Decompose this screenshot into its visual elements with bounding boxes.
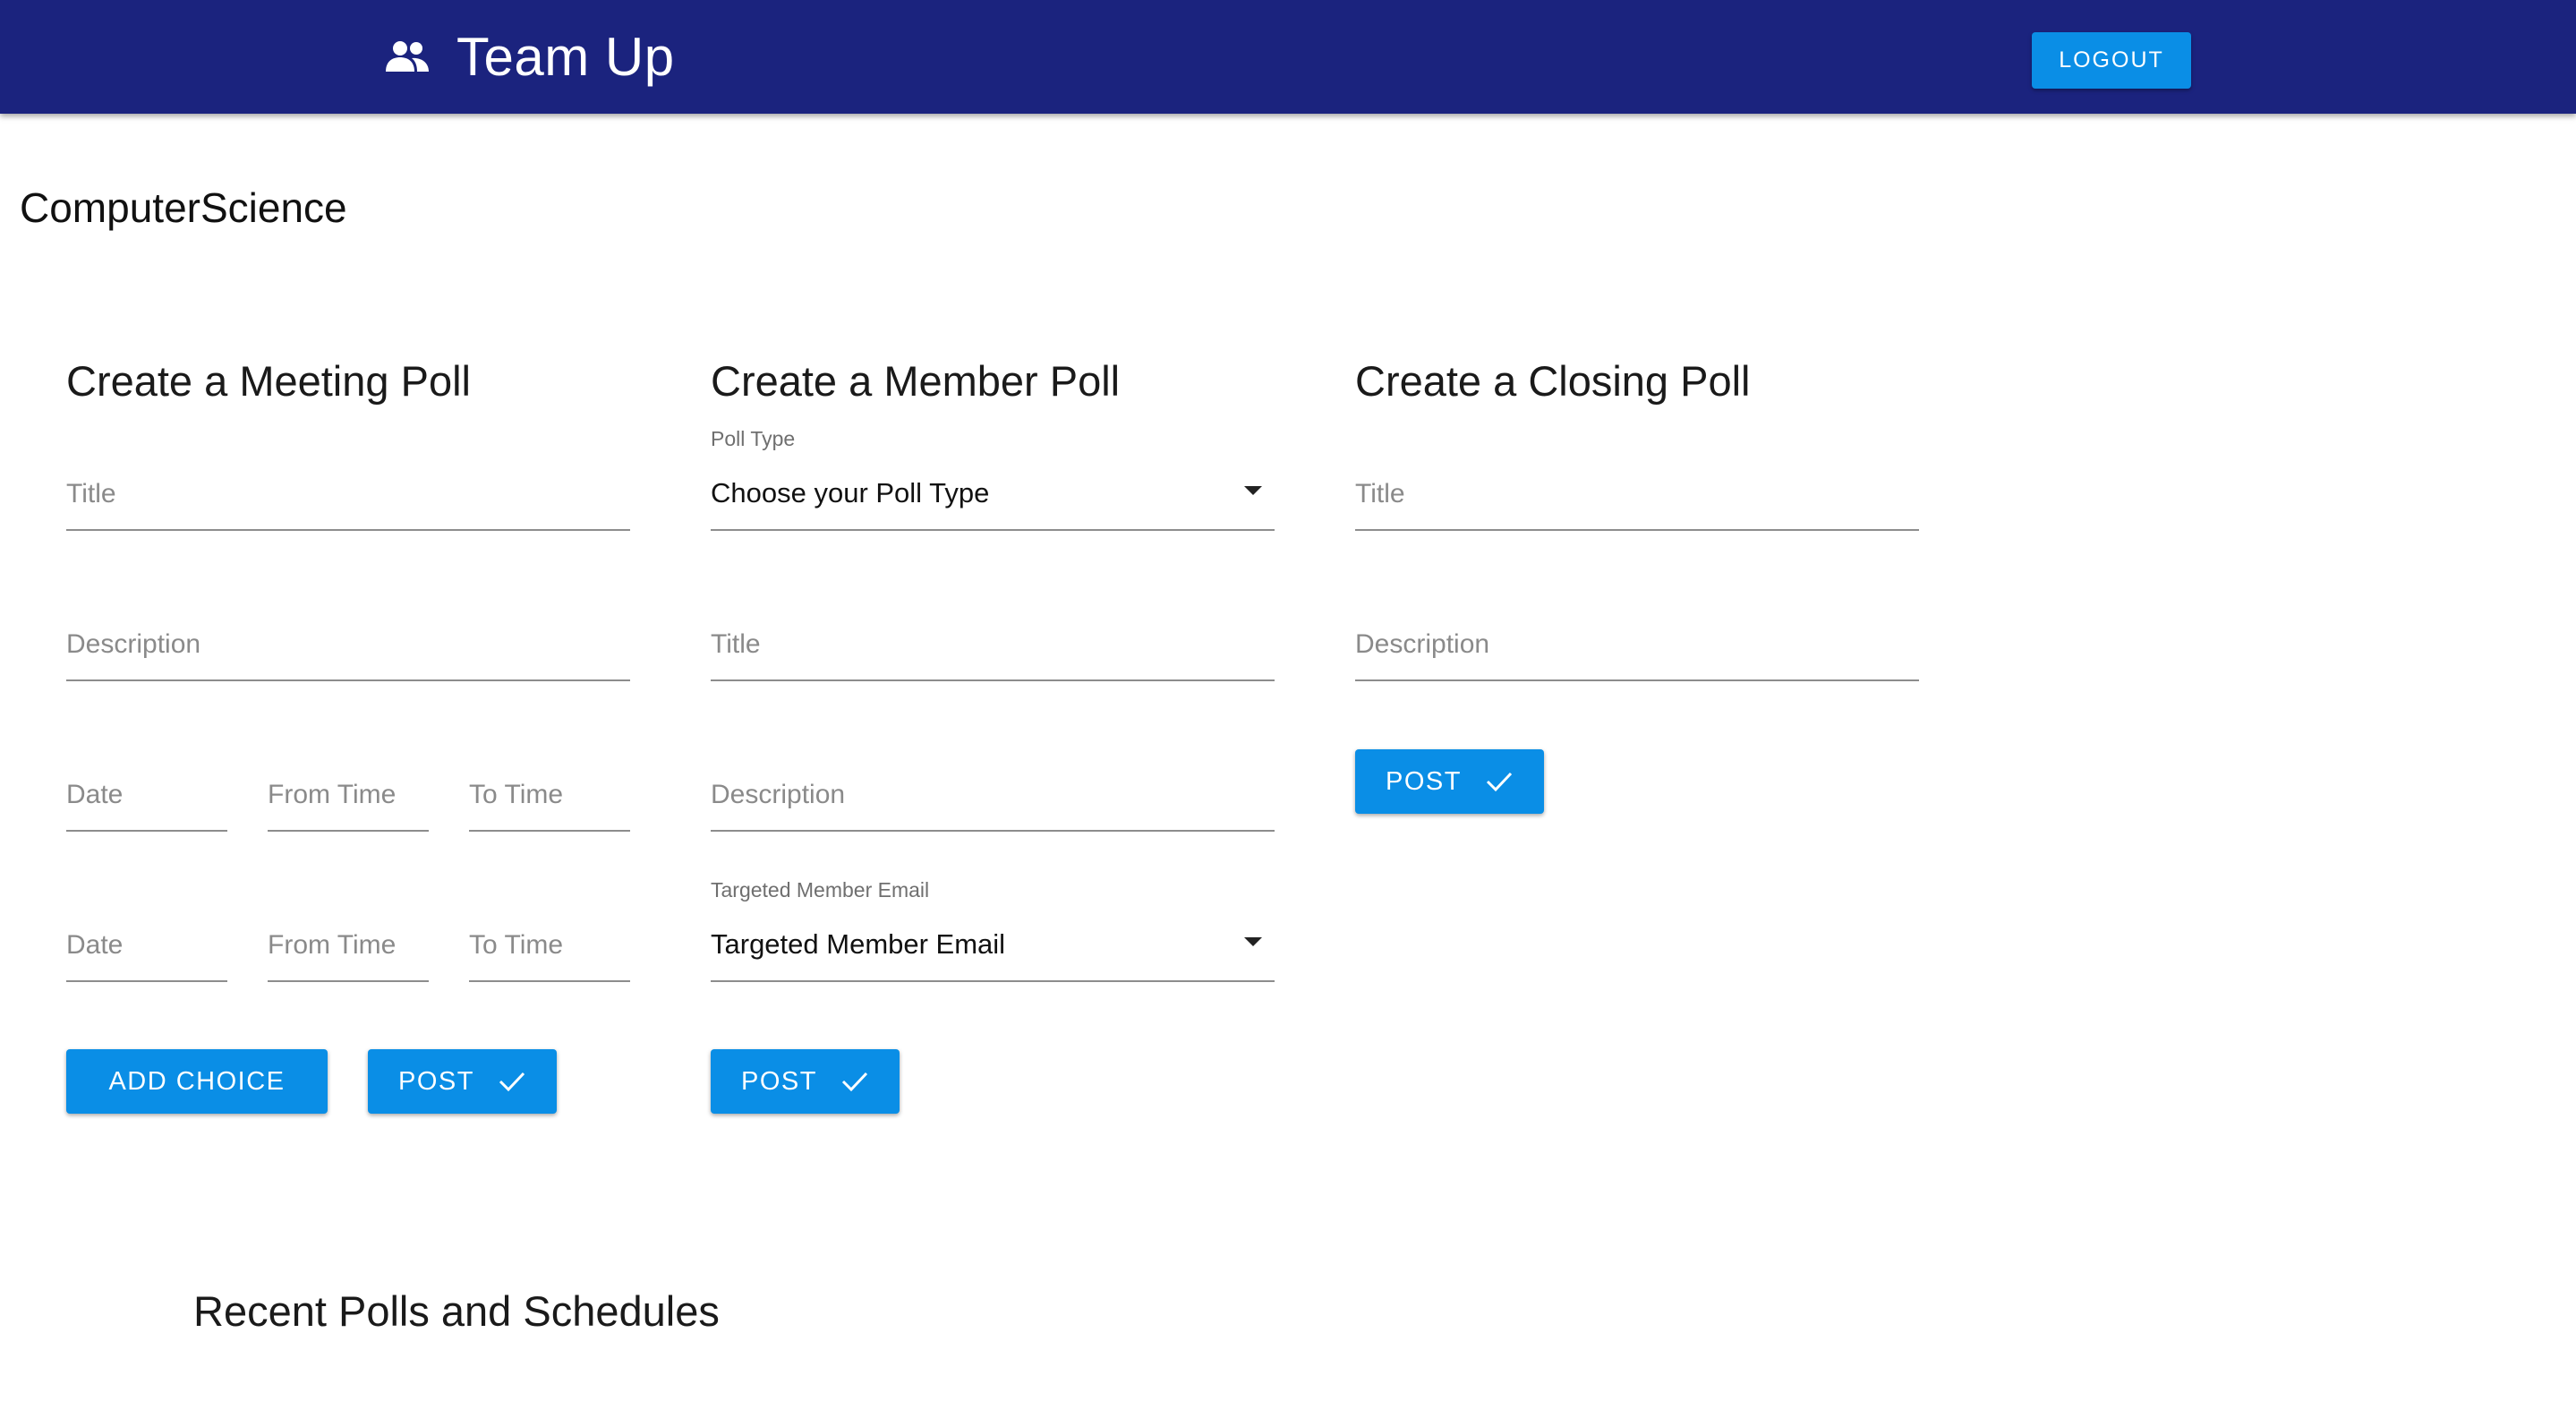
check-icon [1486, 772, 1513, 792]
closing-description-input[interactable] [1355, 624, 1923, 679]
poll-type-select[interactable]: Choose your Poll Type [711, 474, 1275, 531]
meeting-description-field[interactable]: Description [66, 624, 634, 681]
choice-2-date-input[interactable] [66, 925, 231, 980]
choice-1-from-time-field[interactable]: From Time [268, 774, 432, 832]
meeting-description-input[interactable] [66, 624, 634, 679]
targeted-member-value: Targeted Member Email [711, 928, 1006, 960]
poll-type-value: Choose your Poll Type [711, 477, 990, 508]
closing-title-field[interactable]: Title [1355, 474, 1923, 531]
poll-type-label: Poll Type [711, 427, 796, 450]
meeting-post-button[interactable]: POST [368, 1049, 557, 1114]
dropdown-arrow-icon [1244, 486, 1262, 495]
check-icon [841, 1072, 868, 1092]
closing-poll-heading: Create a Closing Poll [1355, 357, 1751, 405]
app-bar: Team Up LOGOUT [0, 0, 2576, 114]
choice-1-date-field[interactable]: Date [66, 774, 231, 832]
app-title: Team Up [456, 27, 675, 87]
targeted-member-select[interactable]: Targeted Member Email [711, 925, 1275, 982]
choice-2-to-time-field[interactable]: To Time [469, 925, 634, 982]
member-title-field[interactable]: Title [711, 624, 1278, 681]
closing-description-field[interactable]: Description [1355, 624, 1923, 681]
member-title-input[interactable] [711, 624, 1278, 679]
add-choice-button[interactable]: ADD CHOICE [66, 1049, 328, 1114]
meeting-poll-heading: Create a Meeting Poll [66, 357, 471, 405]
choice-1-from-time-input[interactable] [268, 774, 432, 830]
meeting-title-input[interactable] [66, 474, 634, 529]
choice-1-to-time-input[interactable] [469, 774, 634, 830]
choice-2-from-time-input[interactable] [268, 925, 432, 980]
choice-2-date-field[interactable]: Date [66, 925, 231, 982]
group-icon [386, 41, 429, 72]
check-icon [499, 1072, 525, 1092]
member-post-label: POST [741, 1066, 817, 1096]
choice-2-to-time-input[interactable] [469, 925, 634, 980]
group-name: ComputerScience [20, 184, 347, 231]
recent-polls-heading: Recent Polls and Schedules [193, 1287, 720, 1335]
choice-1-to-time-field[interactable]: To Time [469, 774, 634, 832]
closing-title-input[interactable] [1355, 474, 1923, 529]
meeting-post-label: POST [398, 1066, 474, 1096]
member-description-input[interactable] [711, 774, 1278, 830]
add-choice-label: ADD CHOICE [108, 1066, 286, 1096]
member-poll-heading: Create a Member Poll [711, 357, 1121, 405]
targeted-member-label: Targeted Member Email [711, 878, 930, 901]
dropdown-arrow-icon [1244, 937, 1262, 946]
choice-1-date-input[interactable] [66, 774, 231, 830]
logout-button[interactable]: LOGOUT [2032, 32, 2191, 89]
closing-post-label: POST [1386, 766, 1462, 796]
member-description-field[interactable]: Description [711, 774, 1278, 832]
member-post-button[interactable]: POST [711, 1049, 900, 1114]
meeting-title-field[interactable]: Title [66, 474, 634, 531]
closing-post-button[interactable]: POST [1355, 749, 1544, 814]
choice-2-from-time-field[interactable]: From Time [268, 925, 432, 982]
